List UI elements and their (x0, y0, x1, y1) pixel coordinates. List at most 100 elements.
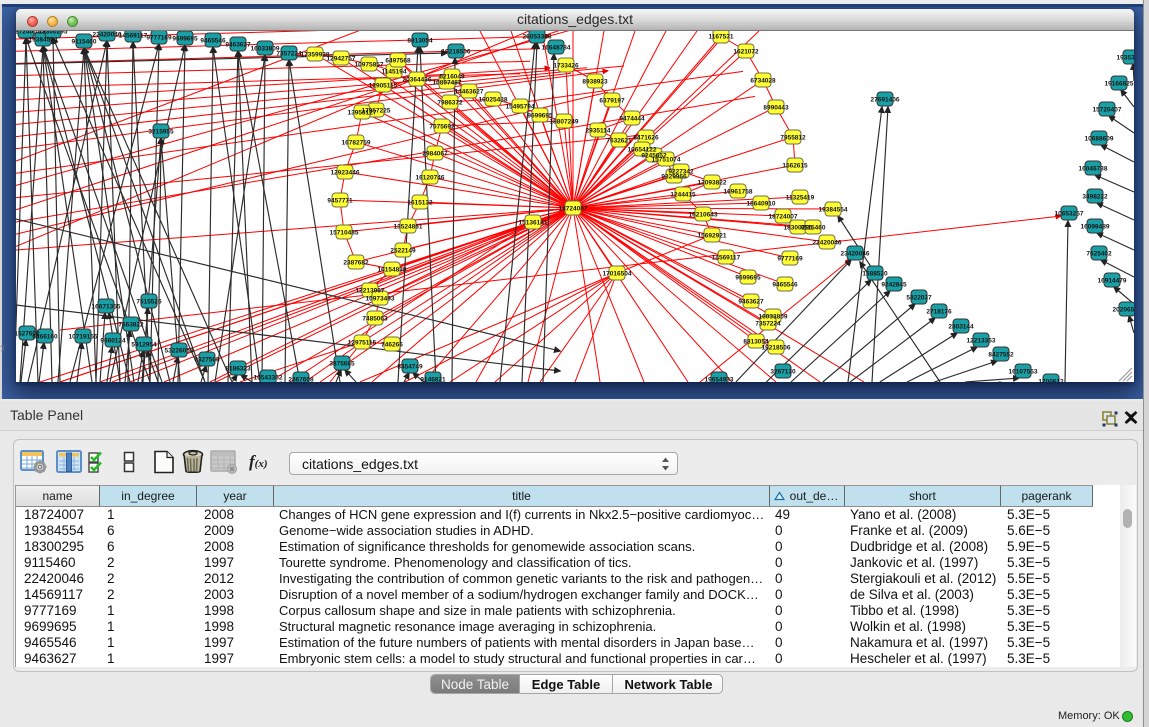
svg-text:18724007: 18724007 (559, 206, 588, 213)
svg-text:12093822: 12093822 (698, 180, 727, 187)
svg-text:9660124: 9660124 (100, 338, 126, 345)
svg-text:9777169: 9777169 (146, 35, 172, 42)
svg-text:2387682: 2387682 (343, 260, 369, 267)
svg-text:53226058: 53226058 (165, 348, 194, 355)
svg-text:15136141: 15136141 (519, 220, 548, 227)
svg-text:9227342: 9227342 (668, 169, 694, 176)
svg-text:12942757: 12942757 (327, 56, 356, 63)
svg-text:16107553: 16107553 (1009, 369, 1038, 376)
svg-text:12213967: 12213967 (356, 288, 385, 295)
svg-text:7485063: 7485063 (362, 316, 388, 323)
svg-text:9242845: 9242845 (881, 282, 907, 289)
svg-text:19654933: 19654933 (705, 377, 734, 383)
svg-text:15692921: 15692921 (698, 233, 727, 240)
svg-text:1733426: 1733426 (553, 63, 579, 70)
svg-text:19218506: 19218506 (442, 49, 471, 56)
svg-text:2984067: 2984067 (422, 151, 448, 158)
svg-text:18724007: 18724007 (16, 31, 41, 36)
svg-text:20206576: 20206576 (1113, 307, 1134, 314)
svg-text:10973493: 10973493 (366, 296, 395, 303)
svg-text:14463627: 14463627 (455, 89, 484, 96)
svg-text:1167531: 1167531 (709, 34, 734, 41)
svg-text:13958127: 13958127 (348, 110, 377, 117)
svg-text:6497568: 6497568 (385, 58, 411, 65)
svg-text:8990443: 8990443 (763, 105, 789, 112)
svg-text:2718176: 2718176 (926, 309, 952, 316)
svg-text:18807249: 18807249 (550, 119, 579, 126)
svg-text:7357224: 7357224 (755, 321, 781, 328)
svg-text:11325419: 11325419 (786, 195, 815, 202)
svg-text:5912954: 5912954 (131, 342, 157, 349)
svg-text:10025438: 10025438 (479, 97, 508, 104)
svg-text:3875685: 3875685 (329, 361, 355, 368)
svg-text:3215955: 3215955 (148, 129, 174, 136)
svg-text:16033809: 16033809 (759, 314, 788, 321)
svg-text:10688609: 10688609 (1085, 136, 1114, 143)
svg-text:13524861: 13524861 (394, 224, 423, 231)
svg-text:3498222: 3498222 (1082, 194, 1108, 201)
svg-text:16914479: 16914479 (1098, 278, 1127, 285)
svg-text:8471626: 8471626 (633, 135, 659, 142)
svg-text:19384554: 19384554 (819, 207, 848, 214)
svg-text:12905115: 12905115 (369, 83, 398, 90)
svg-text:9327505: 9327505 (194, 357, 220, 364)
svg-text:16782759: 16782759 (342, 140, 371, 147)
svg-text:18640910: 18640910 (747, 201, 776, 208)
svg-text:1588520: 1588520 (862, 271, 888, 278)
svg-text:12975115: 12975115 (348, 340, 377, 347)
svg-text:14569117: 14569117 (712, 255, 741, 262)
svg-text:22420046: 22420046 (93, 32, 122, 39)
svg-text:27691406: 27691406 (871, 97, 900, 104)
svg-text:10543362: 10543362 (254, 375, 283, 382)
svg-text:19384554: 19384554 (29, 37, 58, 44)
svg-text:8454749: 8454749 (397, 364, 423, 371)
svg-text:8813054: 8813054 (407, 38, 433, 45)
svg-text:20364436: 20364436 (403, 77, 432, 84)
svg-text:19166825: 19166825 (1105, 81, 1134, 88)
svg-text:9699695: 9699695 (735, 275, 761, 282)
svg-text:1621072: 1621072 (733, 49, 759, 56)
svg-text:7632621: 7632621 (606, 138, 632, 145)
svg-text:9474444: 9474444 (619, 116, 645, 123)
svg-text:9463627: 9463627 (225, 42, 251, 49)
svg-text:15751074: 15751074 (652, 157, 681, 164)
svg-text:12213363: 12213363 (967, 338, 996, 345)
svg-text:1615132: 1615132 (407, 200, 433, 207)
svg-text:10975857: 10975857 (355, 62, 384, 69)
svg-text:15720407: 15720407 (1093, 107, 1122, 114)
svg-text:5822037: 5822037 (906, 295, 932, 302)
svg-text:3267130: 3267130 (770, 369, 796, 376)
svg-text:17359928: 17359928 (301, 52, 330, 59)
svg-text:9699695: 9699695 (172, 36, 198, 43)
svg-text:17016504: 17016504 (603, 271, 632, 278)
svg-text:15495794: 15495794 (506, 104, 535, 111)
svg-text:9115460: 9115460 (72, 39, 97, 46)
svg-text:1562615: 1562615 (782, 163, 808, 170)
svg-text:16154838: 16154838 (378, 267, 407, 274)
svg-text:16961758: 16961758 (724, 189, 753, 196)
svg-text:7625402: 7625402 (1086, 251, 1112, 258)
svg-text:7357224: 7357224 (276, 51, 302, 58)
svg-text:7515526: 7515526 (136, 299, 162, 306)
svg-text:10653257: 10653257 (1055, 211, 1084, 218)
svg-text:16046738: 16046738 (1079, 166, 1108, 173)
svg-text:9457771: 9457771 (327, 198, 353, 205)
svg-text:16210643: 16210643 (689, 212, 718, 219)
svg-text:2522149: 2522149 (390, 248, 416, 255)
svg-text:1244415: 1244415 (670, 192, 696, 199)
svg-text:1700612: 1700612 (1038, 379, 1064, 383)
svg-text:15710485: 15710485 (330, 230, 359, 237)
svg-text:2935114: 2935114 (586, 128, 611, 135)
svg-text:14569117: 14569117 (119, 33, 148, 40)
svg-text:7663822: 7663822 (118, 322, 144, 329)
svg-text:9146821: 9146821 (420, 377, 446, 383)
svg-text:16120746: 16120746 (416, 175, 445, 182)
svg-text:22420046: 22420046 (813, 240, 842, 247)
svg-text:6466160: 6466160 (32, 334, 58, 341)
svg-text:19353594: 19353594 (1117, 55, 1134, 62)
svg-text:9115460: 9115460 (801, 225, 826, 232)
svg-text:12923446: 12923446 (331, 170, 360, 177)
svg-text:746266: 746266 (381, 342, 403, 349)
svg-text:23420046: 23420046 (841, 251, 870, 258)
svg-text:18724007: 18724007 (769, 214, 798, 221)
